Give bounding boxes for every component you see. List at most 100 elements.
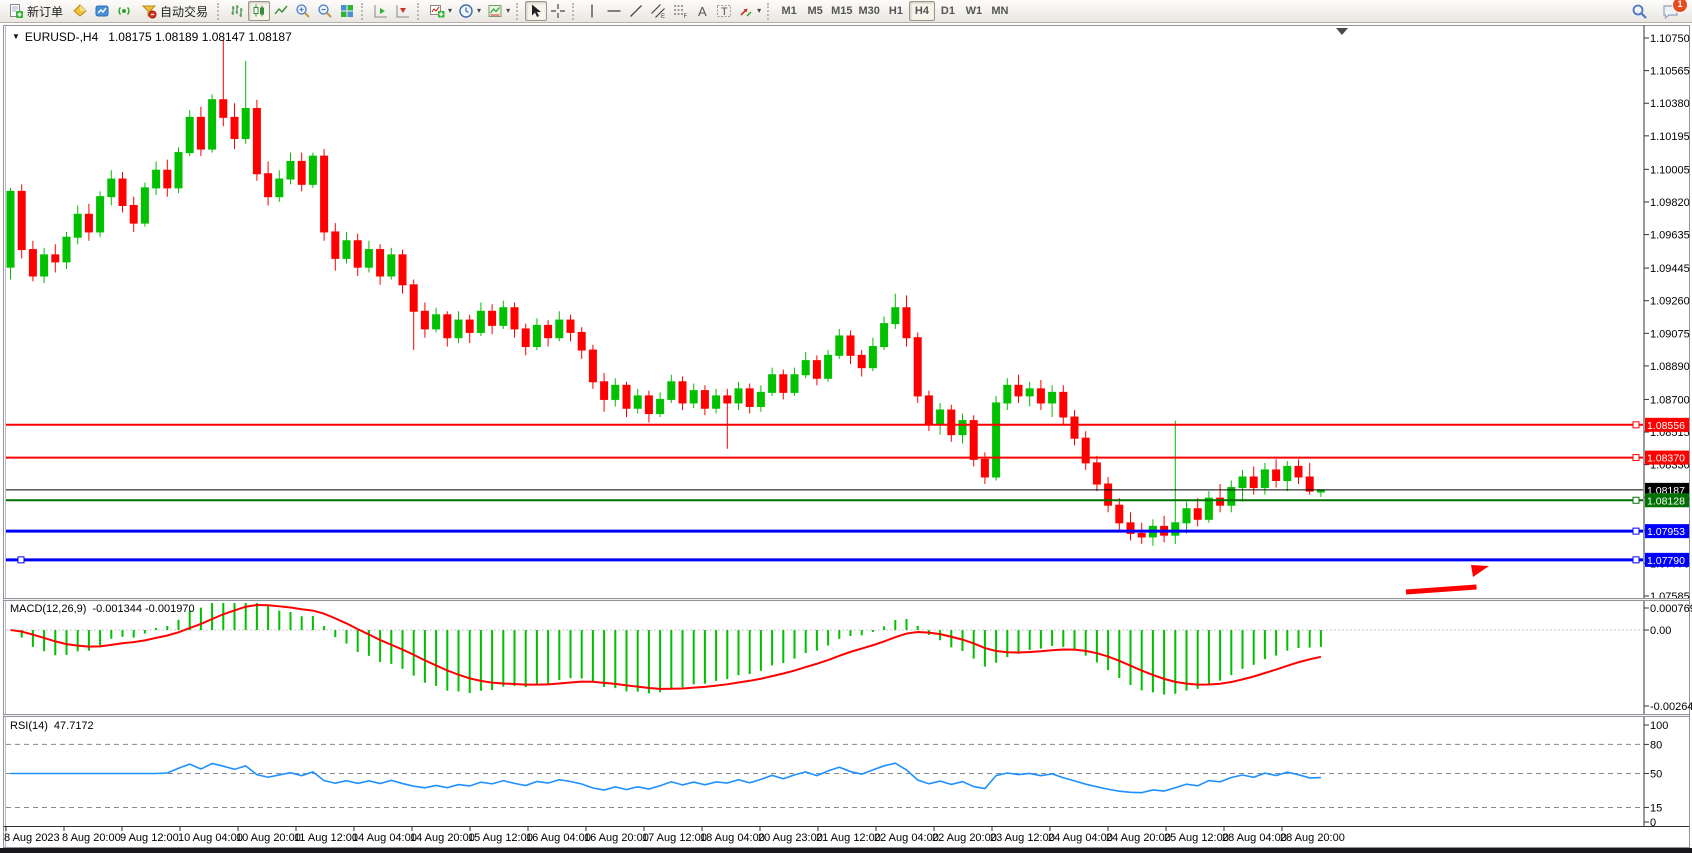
chevron-down-icon: ▾: [477, 7, 481, 15]
timeframe-button-m1[interactable]: M1: [776, 1, 802, 21]
autotrading-icon: [141, 3, 157, 19]
candle-body: [265, 174, 272, 197]
candle-body: [612, 385, 619, 399]
time-tick-label: 8 Aug 2023: [4, 832, 60, 844]
price-tick-label: 1.09635: [1650, 230, 1690, 242]
trendline-icon: [628, 3, 644, 19]
line-chart-button[interactable]: [270, 1, 292, 21]
tile-windows-button[interactable]: [336, 1, 358, 21]
zoom-out-button[interactable]: [314, 1, 336, 21]
zoom-in-button[interactable]: [292, 1, 314, 21]
timeframe-group: M1M5M15M30H1H4D1W1MN: [776, 1, 1013, 21]
fibonacci-button[interactable]: F: [669, 1, 691, 21]
search-button[interactable]: [1628, 1, 1651, 21]
candle-body: [377, 250, 384, 276]
new-order-button[interactable]: 新订单: [2, 1, 69, 21]
timeframe-button-h1[interactable]: H1: [883, 1, 909, 21]
candle-body: [287, 161, 294, 179]
candle-body: [959, 421, 966, 435]
candle-body: [533, 325, 540, 346]
auto-scroll-icon: [373, 3, 389, 19]
rsi-name: RSI(14): [10, 720, 48, 732]
candle-body: [993, 403, 1000, 477]
candlestick-chart-button[interactable]: [248, 1, 270, 21]
chevron-down-icon: ▾: [506, 7, 510, 15]
candle-body: [802, 361, 809, 375]
candle-body: [1015, 385, 1022, 396]
timeframe-button-m5[interactable]: M5: [802, 1, 828, 21]
notifications-button[interactable]: 1: [1659, 1, 1682, 21]
candle-body: [489, 311, 496, 325]
auto-scroll-button[interactable]: [370, 1, 392, 21]
search-icon: [1631, 3, 1648, 20]
toolbar-grip: [516, 3, 521, 20]
line-handle[interactable]: [1633, 497, 1639, 503]
line-handle[interactable]: [18, 557, 24, 563]
templates-button[interactable]: ▾: [484, 1, 513, 21]
timeframe-button-w1[interactable]: W1: [961, 1, 987, 21]
candle-body: [847, 336, 854, 355]
candle-body: [970, 421, 977, 460]
chart-canvas[interactable]: 1.107501.105651.103801.101951.100051.098…: [0, 0, 1692, 853]
equidistant-channel-button[interactable]: E: [647, 1, 669, 21]
rsi-value: 47.7172: [54, 720, 94, 732]
line-handle[interactable]: [1633, 528, 1639, 534]
indicators-button[interactable]: ▾: [426, 1, 455, 21]
price-tick-label: 1.09445: [1650, 263, 1690, 275]
rsi-axis-label: 50: [1650, 769, 1662, 781]
crosshair-button[interactable]: [547, 1, 569, 21]
timeframe-button-h4[interactable]: H4: [909, 1, 935, 21]
vertical-line-button[interactable]: [581, 1, 603, 21]
toolbar-grip: [767, 3, 772, 20]
trendline-button[interactable]: [625, 1, 647, 21]
timeframe-button-mn[interactable]: MN: [987, 1, 1013, 21]
time-tick-label: 20 Aug 23:00: [758, 832, 823, 844]
signals-button[interactable]: [113, 1, 135, 21]
toolbar-grip: [572, 3, 577, 20]
text-label-button[interactable]: T: [713, 1, 735, 21]
line-handle[interactable]: [1633, 557, 1639, 563]
candle-body: [433, 315, 440, 329]
line-handle[interactable]: [1633, 455, 1639, 461]
arrows-button[interactable]: ▾: [735, 1, 764, 21]
candle-body: [1049, 392, 1056, 403]
timeframe-button-d1[interactable]: D1: [935, 1, 961, 21]
symbol-dropdown-icon[interactable]: ▼: [12, 32, 20, 41]
candle-body: [1217, 498, 1224, 505]
timeframe-button-m15[interactable]: M15: [828, 1, 855, 21]
rsi-axis-label: 15: [1650, 802, 1662, 814]
candle-body: [1037, 389, 1044, 403]
candle-body: [1093, 463, 1100, 484]
price-tick-label: 1.09075: [1650, 328, 1690, 340]
bar-chart-button[interactable]: [226, 1, 248, 21]
candle-body: [522, 329, 529, 347]
cursor-button[interactable]: [525, 1, 547, 21]
templates-icon: [487, 3, 503, 19]
time-tick-label: 9 Aug 12:00: [120, 832, 179, 844]
candle-body: [634, 396, 641, 408]
profile-button[interactable]: [91, 1, 113, 21]
candle-body: [903, 308, 910, 338]
market-button[interactable]: [69, 1, 91, 21]
candle-body: [769, 375, 776, 393]
autotrading-button[interactable]: 自动交易: [135, 1, 214, 21]
candle-body: [1261, 470, 1268, 488]
candle-body: [242, 109, 249, 139]
candle-body: [1284, 466, 1291, 480]
time-tick-label: 17 Aug 12:00: [642, 832, 707, 844]
periods-button[interactable]: ▾: [455, 1, 484, 21]
price-tick-label: 1.10005: [1650, 164, 1690, 176]
macd-axis-label: 0.00: [1650, 625, 1671, 637]
timeframe-button-m30[interactable]: M30: [856, 1, 883, 21]
horizontal-line-button[interactable]: [603, 1, 625, 21]
cursor-icon: [528, 3, 544, 19]
candle-body: [1250, 477, 1257, 488]
price-tick-label: 1.10565: [1650, 66, 1690, 78]
line-handle[interactable]: [1633, 422, 1639, 428]
candle-body: [937, 410, 944, 424]
candle-body: [197, 117, 204, 149]
arrows-icon: [738, 3, 754, 19]
text-button[interactable]: A: [691, 1, 713, 21]
chart-shift-button[interactable]: [392, 1, 414, 21]
zoom-out-icon: [317, 3, 333, 19]
